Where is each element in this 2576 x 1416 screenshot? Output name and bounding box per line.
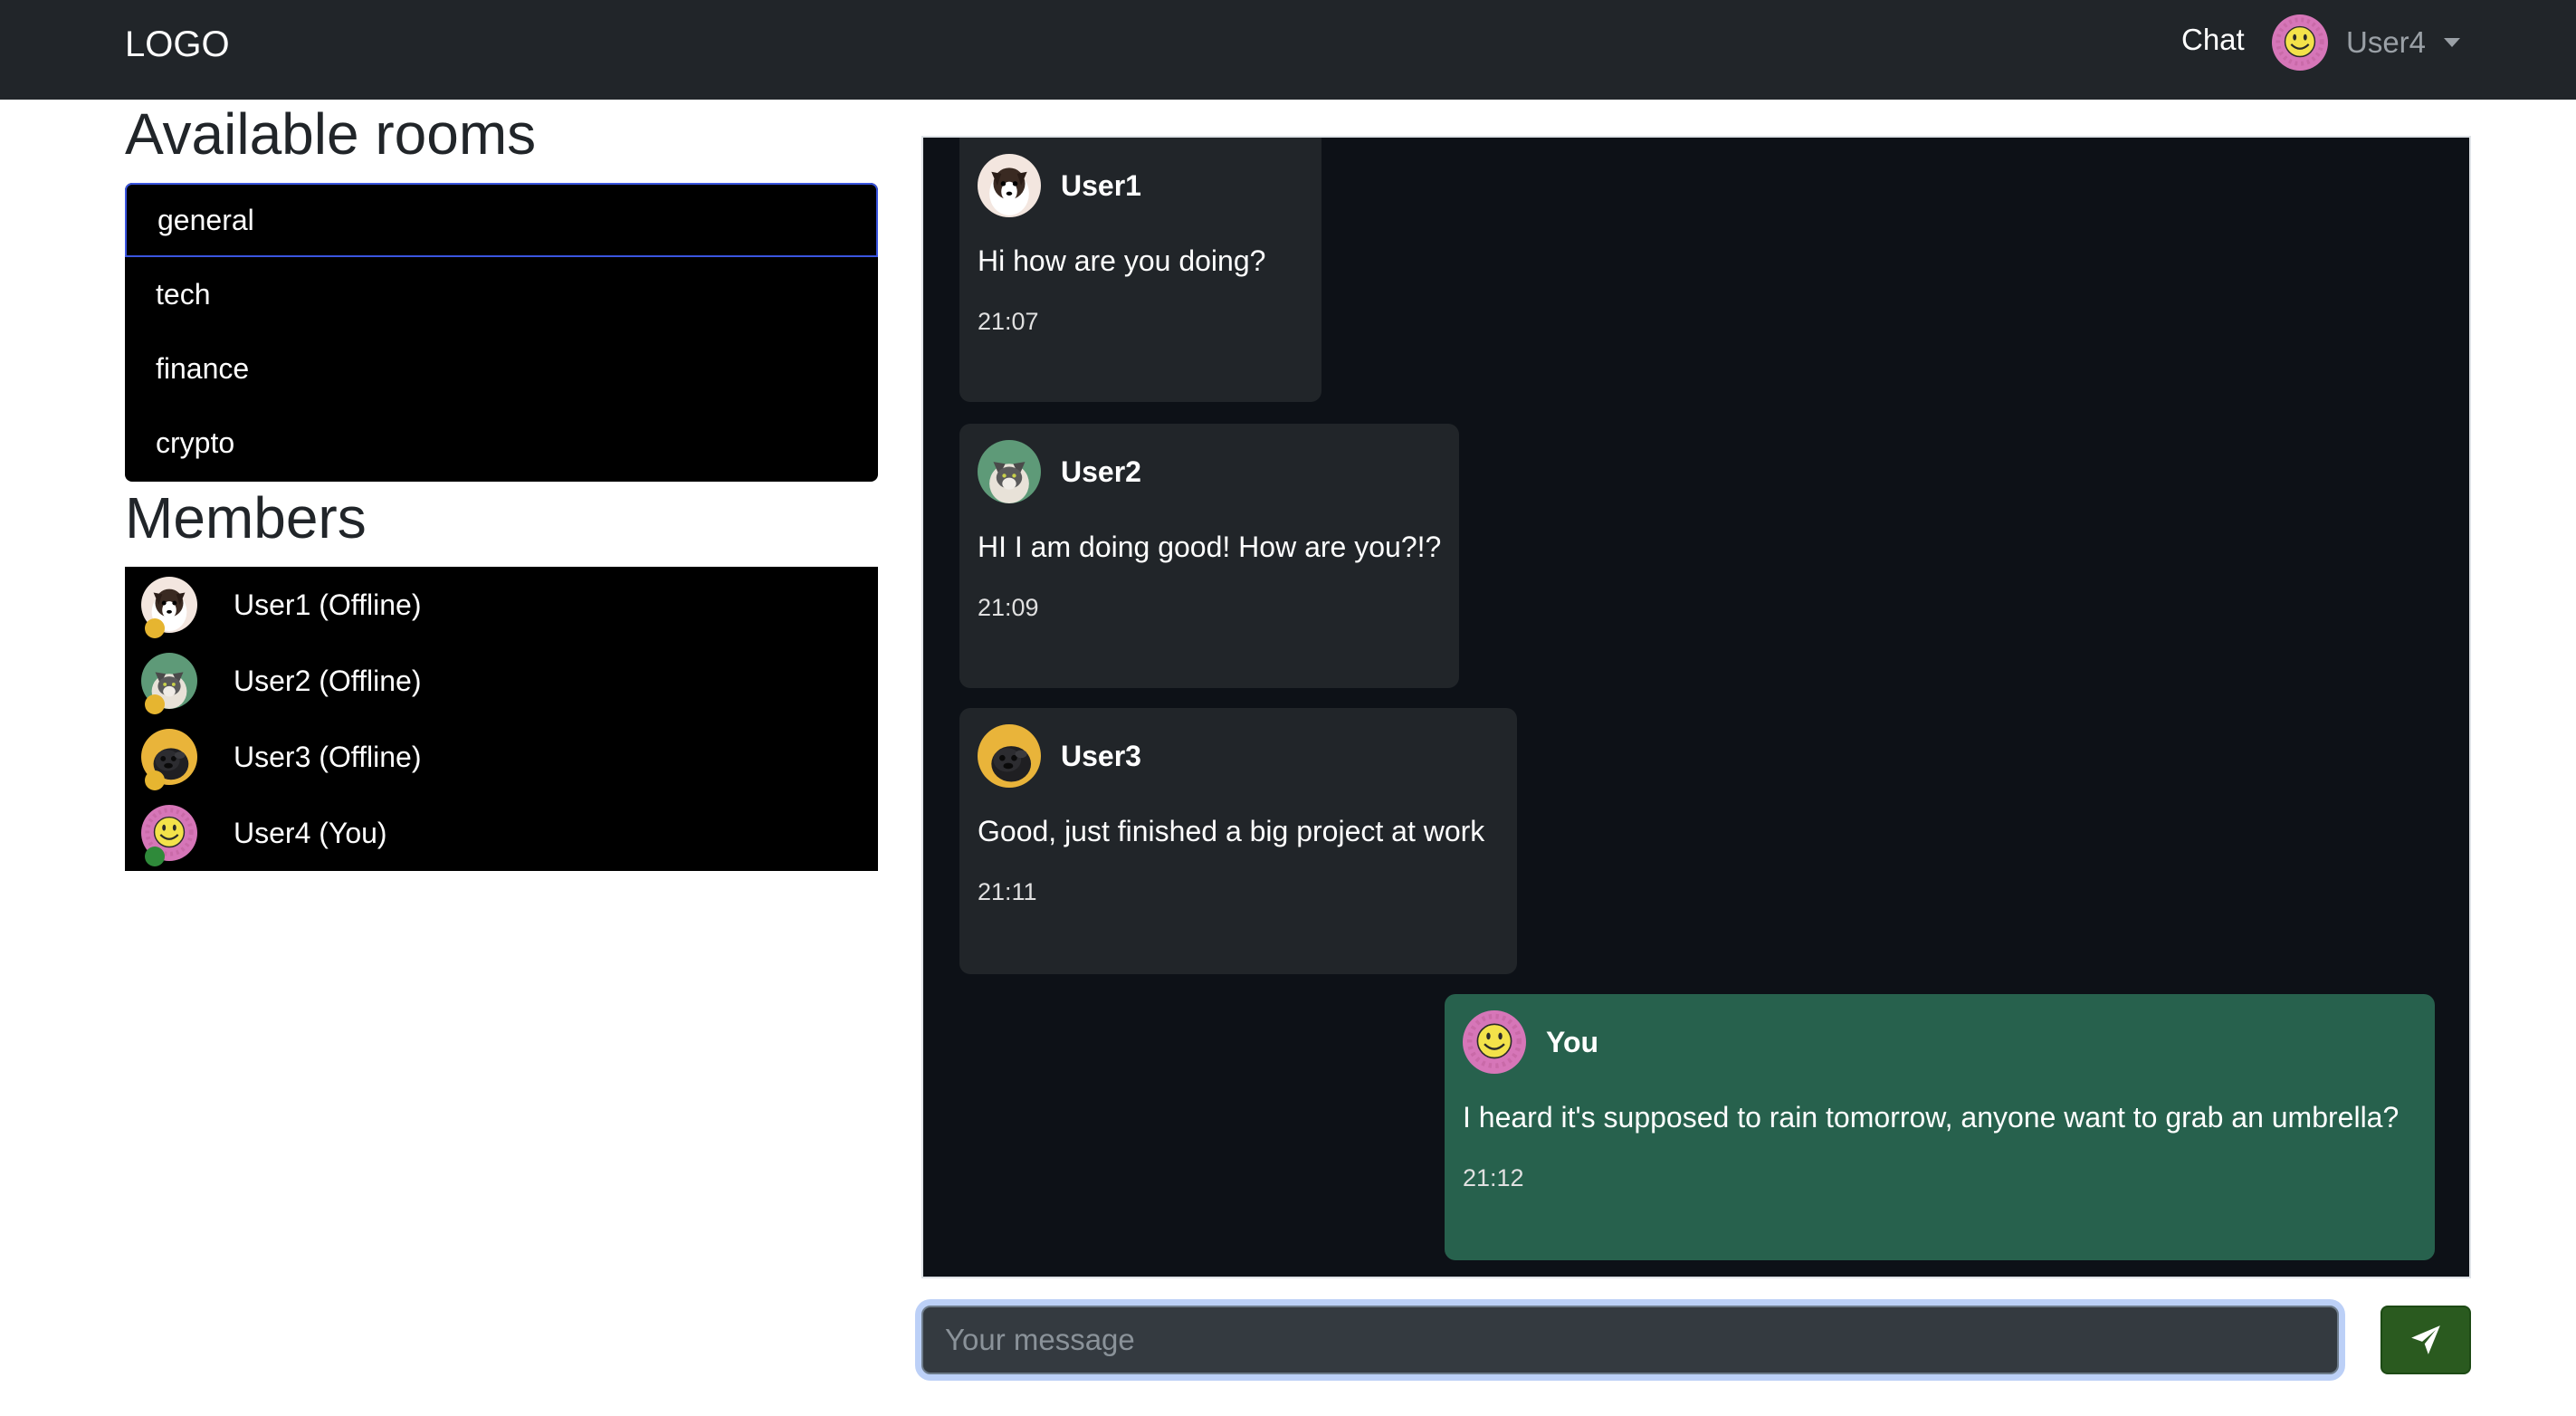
member-item-user3[interactable]: User3 (Offline): [125, 719, 878, 795]
smiley-avatar: [1463, 1010, 1526, 1074]
member-name: User4 (You): [234, 816, 387, 849]
chat-messages-panel[interactable]: User1 Hi how are you doing? 21:07 User2 …: [921, 136, 2471, 1278]
message-time: 21:09: [978, 594, 1039, 621]
pug-avatar: [978, 724, 1041, 788]
offline-status-dot: [145, 770, 165, 790]
chevron-down-icon: [2444, 38, 2461, 47]
member-name: User2 (Offline): [234, 664, 422, 697]
member-item-user1[interactable]: User1 (Offline): [125, 567, 878, 643]
member-item-user2[interactable]: User2 (Offline): [125, 643, 878, 719]
offline-status-dot: [145, 694, 165, 714]
message-author: User2: [1061, 454, 1141, 488]
message-bubble: User1 Hi how are you doing? 21:07: [959, 138, 1321, 402]
chat-nav-link[interactable]: Chat: [2181, 20, 2245, 60]
member-name: User1 (Offline): [234, 588, 422, 621]
room-item-finance[interactable]: finance: [125, 331, 878, 406]
message-author: You: [1546, 1025, 1599, 1058]
offline-status-dot: [145, 618, 165, 638]
message-time: 21:07: [978, 308, 1039, 335]
user-menu-name: User4: [2346, 25, 2427, 59]
message-text: Hi how are you doing?: [978, 244, 1266, 277]
members-heading: Members: [125, 485, 367, 550]
cat-avatar: [978, 440, 1041, 503]
message-text: Good, just finished a big project at wor…: [978, 815, 1485, 847]
message-bubble: User3 Good, just finished a big project …: [959, 708, 1517, 974]
smiley-avatar: [2272, 14, 2328, 71]
message-author: User1: [1061, 168, 1141, 202]
room-item-crypto[interactable]: crypto: [125, 406, 878, 480]
member-item-user4[interactable]: User4 (You): [125, 795, 878, 871]
members-list: User1 (Offline) User2 (Offline) User3 (O…: [125, 567, 878, 871]
message-author: User3: [1061, 739, 1141, 772]
rooms-heading: Available rooms: [125, 101, 537, 167]
message-time: 21:11: [978, 878, 1037, 905]
member-name: User3 (Offline): [234, 740, 422, 773]
room-item-general[interactable]: general: [125, 183, 878, 257]
top-navbar: LOGO Chat User4: [0, 0, 2576, 100]
paper-plane-icon: [2411, 1325, 2440, 1354]
message-text: I heard it's supposed to rain tomorrow, …: [1463, 1101, 2399, 1134]
online-status-dot: [145, 847, 165, 866]
message-text: HI I am doing good! How are you?!?: [978, 531, 1442, 563]
send-button[interactable]: [2380, 1306, 2471, 1374]
rooms-list: general tech finance crypto: [125, 183, 878, 482]
own-message-bubble: You I heard it's supposed to rain tomorr…: [1445, 994, 2435, 1260]
message-input[interactable]: [921, 1306, 2339, 1374]
message-time: 21:12: [1463, 1164, 1524, 1191]
dog-avatar: [978, 154, 1041, 217]
user-menu-dropdown[interactable]: User4: [2272, 14, 2461, 71]
room-item-tech[interactable]: tech: [125, 257, 878, 331]
logo[interactable]: LOGO: [125, 24, 230, 65]
message-bubble: User2 HI I am doing good! How are you?!?…: [959, 424, 1459, 688]
